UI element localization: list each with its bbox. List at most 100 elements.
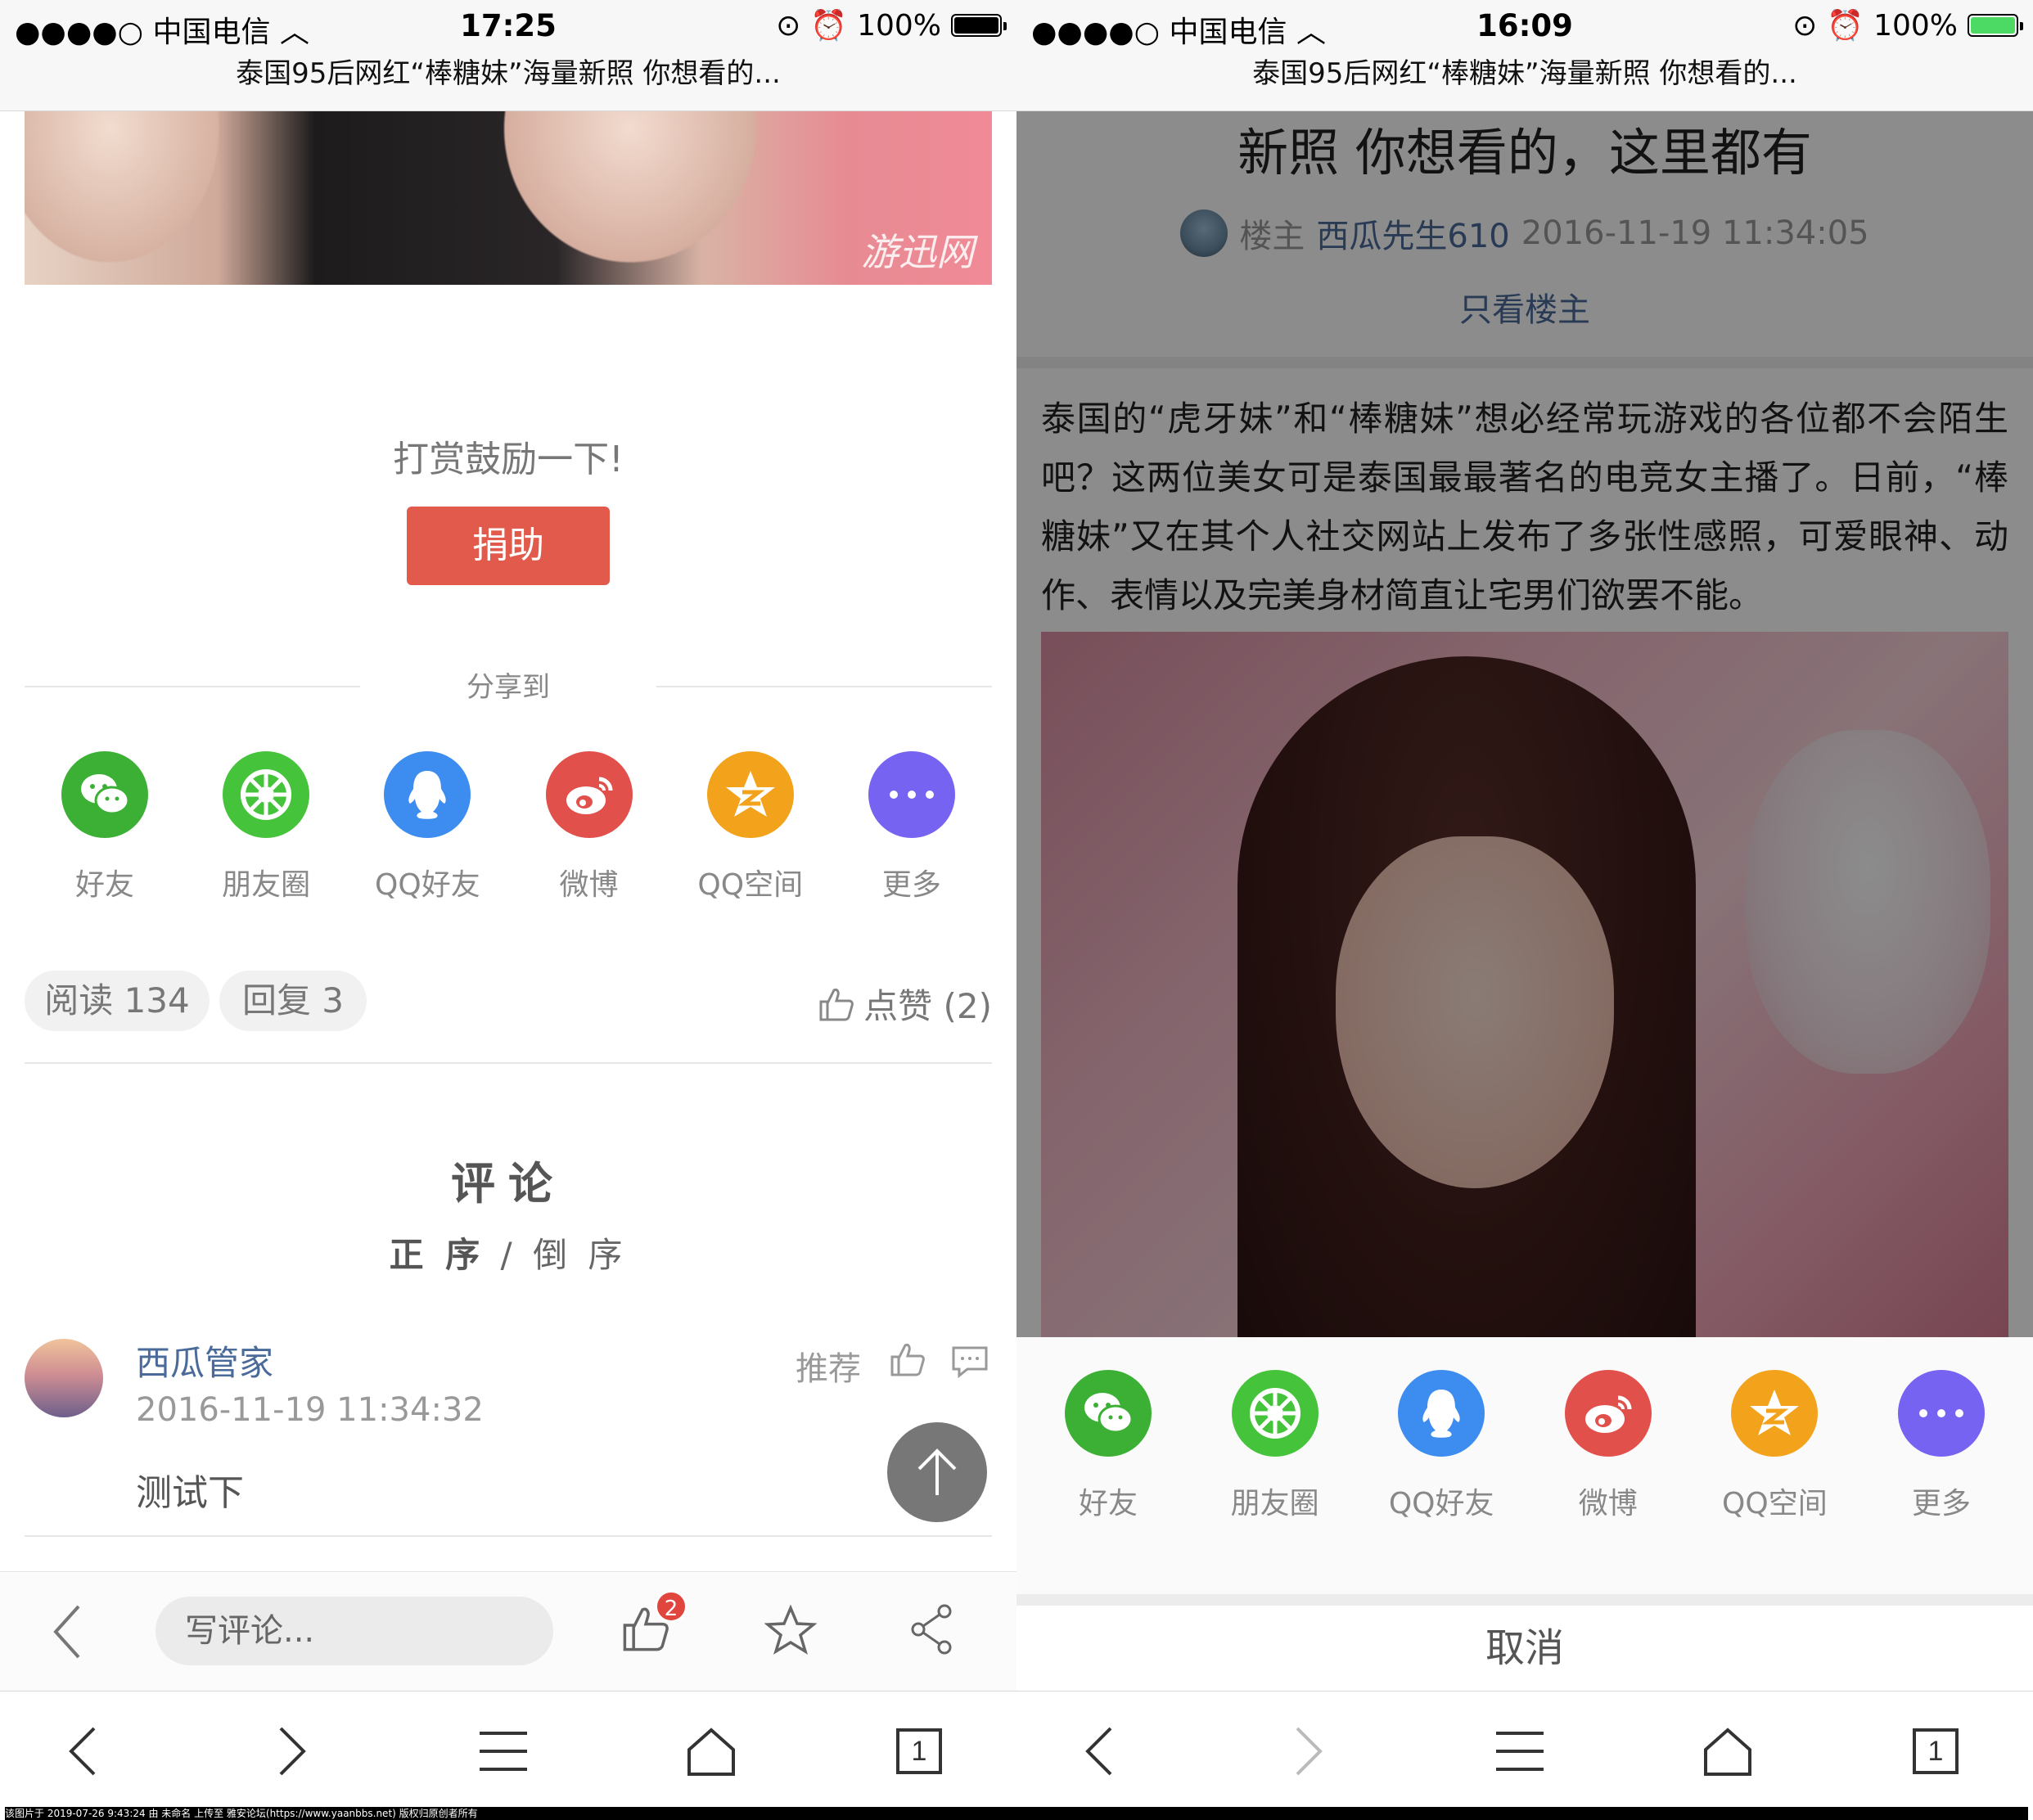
like-count-badge: 2 bbox=[655, 1590, 687, 1623]
divider bbox=[25, 1062, 992, 1064]
browser-forward-button[interactable] bbox=[1272, 1714, 1346, 1788]
sort-separator: / bbox=[500, 1235, 517, 1275]
reward-text: 打赏鼓励一下! bbox=[393, 439, 624, 480]
page-title: 泰国95后网红“棒糖妹”海量新照 你想看的... bbox=[1252, 57, 1797, 90]
donate-button[interactable]: 捐助 bbox=[407, 507, 610, 585]
page-title: 泰国95后网红“棒糖妹”海量新照 你想看的... bbox=[236, 57, 781, 90]
weibo-icon bbox=[1564, 1370, 1652, 1457]
share-wechat-friend[interactable]: 好友 bbox=[31, 751, 178, 903]
tabs-icon: 1 bbox=[896, 1728, 942, 1774]
comment-user[interactable]: 西瓜管家 bbox=[136, 1336, 273, 1385]
share-qzone[interactable]: QQ空间 bbox=[1701, 1370, 1848, 1522]
browser-menu-button[interactable] bbox=[467, 1714, 540, 1788]
right-screen: ●●●●○ 中国电信 ︿ 16:09 ⊙ ⏰ 100% 泰国95后网红“棒糖妹”… bbox=[1016, 0, 2033, 1807]
comment-like-icon[interactable] bbox=[889, 1340, 926, 1378]
weibo-icon bbox=[545, 751, 633, 838]
share-qq-friend[interactable]: QQ好友 bbox=[1368, 1370, 1515, 1522]
tabs-icon: 1 bbox=[1913, 1728, 1959, 1774]
wechat-icon bbox=[61, 751, 148, 838]
share-weibo[interactable]: 微博 bbox=[1535, 1370, 1682, 1522]
comment-toolbar: 2 bbox=[0, 1571, 1016, 1691]
left-screen: ●●●●○ 中国电信 ︿ 17:25 ⊙ ⏰ 100% 泰国95后网红“棒糖妹”… bbox=[0, 0, 1016, 1807]
chevron-left-icon bbox=[69, 1727, 96, 1776]
more-icon bbox=[1897, 1370, 1985, 1457]
share-weibo[interactable]: 微博 bbox=[516, 751, 663, 903]
qzone-icon bbox=[706, 751, 794, 838]
upload-footer-note: 该图片于 2019-07-26 9:43:24 由 未命名 上传至 雅安论坛(h… bbox=[5, 1807, 2028, 1820]
battery-percent: 100% bbox=[857, 8, 941, 43]
rotation-lock-icon: ⊙ bbox=[1792, 8, 1818, 43]
sort-asc-button[interactable]: 正 序 bbox=[390, 1235, 485, 1275]
thumbs-up-icon bbox=[819, 988, 854, 1020]
share-row: 好友 朋友圈 QQ好友 微博 QQ空间 更多 bbox=[0, 751, 1016, 903]
share-more[interactable]: 更多 bbox=[838, 751, 985, 903]
star-icon[interactable] bbox=[764, 1605, 817, 1656]
alarm-icon: ⏰ bbox=[810, 9, 848, 43]
battery-icon bbox=[1968, 14, 2023, 37]
qq-icon bbox=[1398, 1370, 1485, 1457]
comment-input[interactable] bbox=[156, 1597, 553, 1665]
sheet-separator bbox=[1016, 1594, 2033, 1606]
recommend-button[interactable]: 推荐 bbox=[796, 1342, 861, 1390]
wechat-icon bbox=[1065, 1370, 1152, 1457]
chevron-right-icon bbox=[279, 1727, 306, 1776]
dim-overlay[interactable] bbox=[1016, 111, 2033, 1337]
image-watermark: 游迅网 bbox=[861, 230, 974, 274]
share-moments[interactable]: 朋友圈 bbox=[192, 751, 340, 903]
share-moments[interactable]: 朋友圈 bbox=[1201, 1370, 1349, 1522]
comment-reply-icon[interactable] bbox=[951, 1345, 989, 1378]
menu-icon bbox=[1496, 1732, 1544, 1771]
comments-heading: 评论 bbox=[451, 1158, 566, 1210]
browser-forward-button[interactable] bbox=[255, 1714, 329, 1788]
home-icon bbox=[687, 1728, 735, 1776]
qzone-icon bbox=[1731, 1370, 1819, 1457]
browser-tabs-button[interactable]: 1 bbox=[1899, 1714, 1972, 1788]
sort-desc-button[interactable]: 倒 序 bbox=[533, 1235, 627, 1275]
rotation-lock-icon: ⊙ bbox=[776, 8, 801, 43]
read-count: 阅读 134 bbox=[25, 971, 210, 1031]
browser-tabs-button[interactable]: 1 bbox=[882, 1714, 956, 1788]
share-qq-friend[interactable]: QQ好友 bbox=[354, 751, 501, 903]
more-icon bbox=[868, 751, 955, 838]
share-icon[interactable] bbox=[908, 1603, 954, 1656]
browser-home-button[interactable] bbox=[1691, 1714, 1765, 1788]
article-image[interactable]: 游迅网 bbox=[25, 111, 992, 285]
comment-body: 测试下 bbox=[136, 1472, 244, 1514]
moments-icon bbox=[1231, 1370, 1319, 1457]
qq-icon bbox=[384, 751, 471, 838]
share-sheet: 好友 朋友圈 QQ好友 微博 QQ空间 更多 取消 bbox=[1016, 1337, 2033, 1691]
share-row: 好友 朋友圈 QQ好友 微博 QQ空间 更多 bbox=[1016, 1370, 2033, 1522]
home-icon bbox=[1704, 1728, 1751, 1776]
battery-percent: 100% bbox=[1873, 8, 1958, 43]
chevron-left-icon[interactable] bbox=[51, 1603, 83, 1660]
browser-toolbar: 1 bbox=[0, 1691, 1016, 1807]
share-more[interactable]: 更多 bbox=[1868, 1370, 2015, 1522]
scroll-top-button[interactable] bbox=[887, 1422, 987, 1522]
browser-menu-button[interactable] bbox=[1483, 1714, 1557, 1788]
arrow-up-icon bbox=[917, 1448, 957, 1495]
share-wechat-friend[interactable]: 好友 bbox=[1035, 1370, 1182, 1522]
menu-icon bbox=[480, 1732, 527, 1771]
status-bar: ●●●●○ 中国电信 ︿ 17:25 ⊙ ⏰ 100% 泰国95后网红“棒糖妹”… bbox=[0, 0, 1016, 111]
alarm-icon: ⏰ bbox=[1827, 9, 1864, 43]
status-right: ⊙ ⏰ 100% bbox=[1792, 8, 2023, 43]
comment-sort: 正 序 / 倒 序 bbox=[0, 1228, 1016, 1277]
status-right: ⊙ ⏰ 100% bbox=[776, 8, 1007, 43]
status-bar: ●●●●○ 中国电信 ︿ 16:09 ⊙ ⏰ 100% 泰国95后网红“棒糖妹”… bbox=[1016, 0, 2033, 111]
cancel-button[interactable]: 取消 bbox=[1016, 1606, 2033, 1691]
chevron-left-icon bbox=[1085, 1727, 1112, 1776]
share-label: 分享到 bbox=[467, 671, 550, 704]
divider bbox=[656, 686, 992, 687]
share-qzone[interactable]: QQ空间 bbox=[677, 751, 824, 903]
browser-back-button[interactable] bbox=[1062, 1714, 1136, 1788]
browser-home-button[interactable] bbox=[674, 1714, 748, 1788]
reply-count[interactable]: 回复 3 bbox=[219, 971, 367, 1031]
battery-icon bbox=[951, 14, 1007, 37]
divider bbox=[25, 1535, 992, 1537]
browser-back-button[interactable] bbox=[46, 1714, 119, 1788]
chevron-right-icon bbox=[1296, 1727, 1323, 1776]
like-stat-button[interactable]: 点赞 (2) bbox=[818, 979, 992, 1029]
browser-toolbar: 1 bbox=[1016, 1691, 2033, 1807]
comment-time: 2016-11-19 11:34:32 bbox=[136, 1391, 484, 1429]
avatar[interactable] bbox=[25, 1339, 103, 1417]
